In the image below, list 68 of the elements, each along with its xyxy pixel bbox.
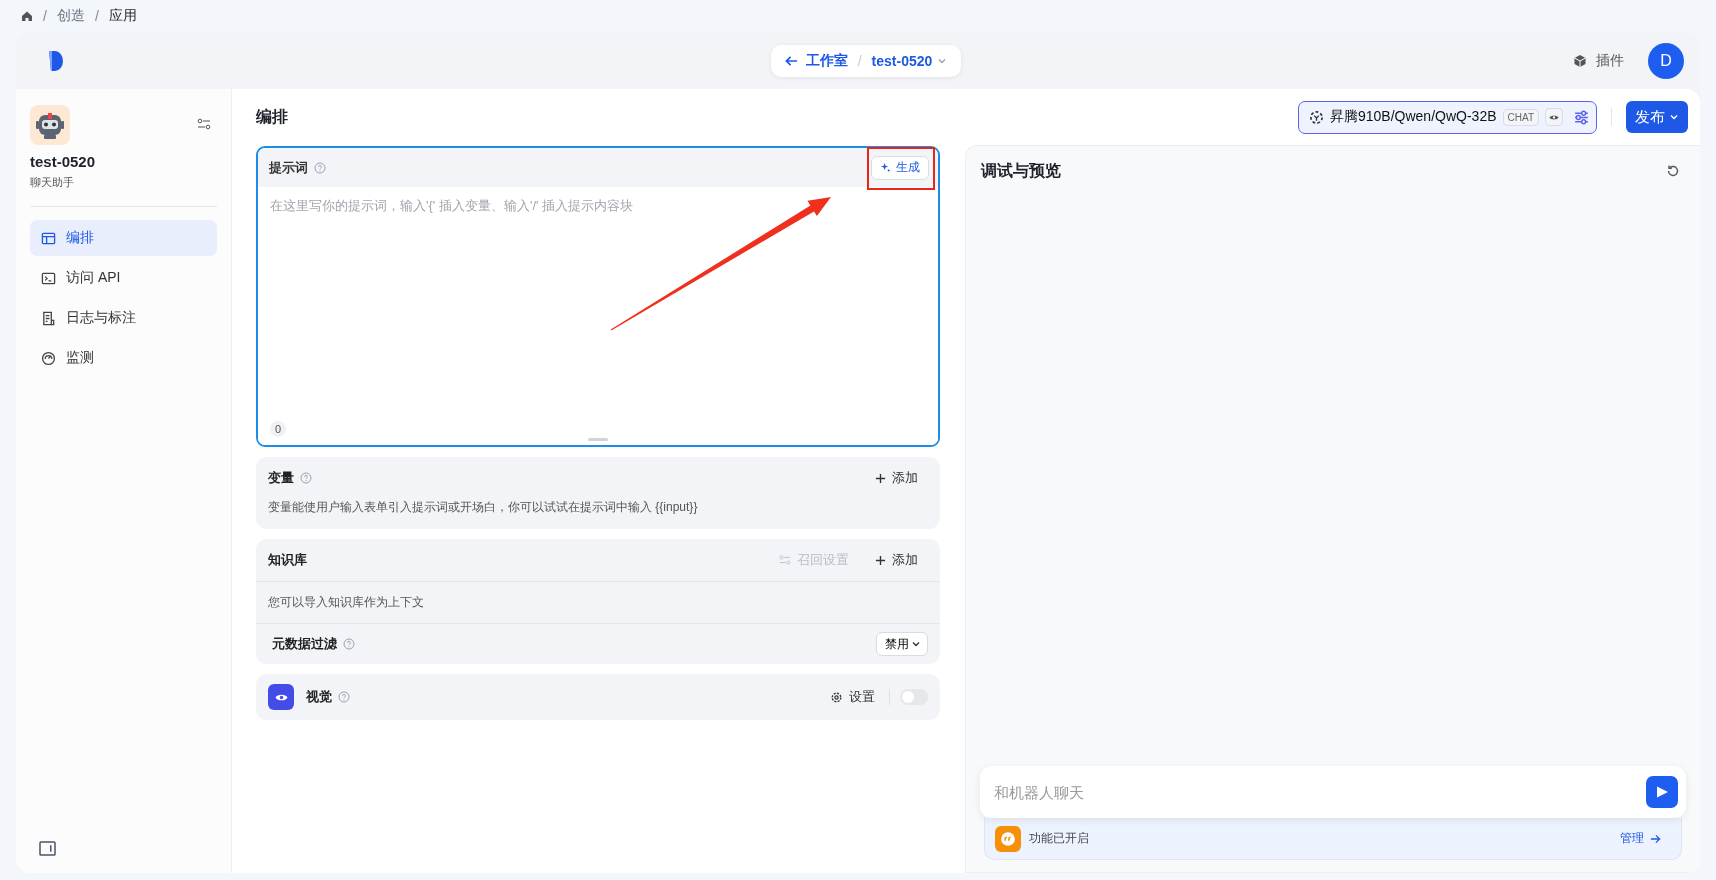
section-title: 提示词 <box>269 158 308 177</box>
app-name: test-0520 <box>30 153 97 170</box>
sidebar-item[interactable]: 访问 API <box>30 260 217 296</box>
app-type: 聊天助手 <box>30 175 75 190</box>
cube-icon <box>1573 54 1587 68</box>
terminal-icon <box>41 270 56 286</box>
arrow-right-icon <box>1650 833 1661 844</box>
panel-title: 调试与预览 <box>981 160 1061 181</box>
page-title: 编排 <box>256 106 289 127</box>
generate-button[interactable]: 生成 <box>871 155 929 180</box>
logo-icon[interactable] <box>48 50 64 72</box>
model-tag: CHAT <box>1502 108 1539 126</box>
manage-link[interactable]: 管理 <box>1614 829 1667 848</box>
highlight-box <box>867 147 935 190</box>
breadcrumb-separator: / <box>43 8 47 24</box>
sidebar-item[interactable]: 监测 <box>30 340 217 376</box>
chevron-down-icon <box>1669 112 1679 122</box>
plus-icon <box>875 472 886 484</box>
quote-badge-icon <box>995 825 1021 852</box>
resize-handle[interactable] <box>588 438 608 441</box>
window-icon <box>41 230 56 246</box>
filter-label: 元数据过滤 <box>272 635 337 653</box>
feature-status: 功能已开启 <box>1029 830 1089 847</box>
prompt-editor[interactable]: 提示词 生成 在这里写你的提示词，输入'{' 插入变量、输入'/' 插入提示内容块 0 <box>256 146 940 447</box>
sidebar-toggle-icon[interactable] <box>39 841 56 856</box>
sidebar-item[interactable]: 编排 <box>30 220 217 256</box>
sidebar-item[interactable]: 日志与标注 <box>30 300 217 336</box>
vision-toggle[interactable] <box>900 689 928 705</box>
sliders-icon[interactable] <box>1573 108 1590 126</box>
settings-sliders-icon[interactable] <box>197 117 211 131</box>
model-selector[interactable]: 昇腾910B/Qwen/QwQ-32B CHAT <box>1298 100 1597 134</box>
back-link[interactable]: 工作室 <box>784 52 848 70</box>
arrow-left-icon <box>784 55 798 67</box>
add-button[interactable]: 添加 <box>865 551 928 569</box>
model-name: 昇腾910B/Qwen/QwQ-32B <box>1330 108 1497 126</box>
filter-dropdown[interactable]: 禁用 <box>876 632 928 656</box>
section-title: 知识库 <box>268 551 307 569</box>
plus-icon <box>875 554 886 566</box>
section-title: 变量 <box>268 469 294 487</box>
eye-badge-icon <box>268 684 294 710</box>
model-icon <box>1309 109 1324 125</box>
robot-avatar-icon <box>30 105 70 145</box>
section-title: 视觉 <box>306 688 332 706</box>
publish-button[interactable]: 发布 <box>1626 101 1688 133</box>
eye-icon <box>1549 113 1559 121</box>
add-button[interactable]: 添加 <box>865 469 928 487</box>
send-icon <box>1655 785 1669 799</box>
document-icon <box>41 310 56 326</box>
breadcrumb-link[interactable]: 创造 <box>56 7 85 25</box>
sparkle-icon <box>880 162 891 173</box>
refresh-icon[interactable] <box>1666 164 1680 178</box>
plugins-button[interactable]: 插件 <box>1567 51 1630 71</box>
chevron-down-icon <box>937 56 948 66</box>
home-icon[interactable] <box>21 10 33 22</box>
section-description: 变量能使用户输入表单引入提示词或开场白，你可以试试在提示词中输入 {{input}} <box>267 499 699 516</box>
section-description: 您可以导入知识库作为上下文 <box>256 581 940 624</box>
chevron-down-icon <box>911 639 921 649</box>
pill-separator: / <box>857 53 862 69</box>
app-dropdown[interactable]: test-0520 <box>871 53 948 69</box>
gear-icon <box>830 690 843 704</box>
send-button[interactable] <box>1646 776 1678 808</box>
settings-button[interactable]: 设置 <box>820 688 885 706</box>
breadcrumb-link[interactable]: 应用 <box>108 7 137 25</box>
gauge-icon <box>41 350 56 366</box>
user-avatar[interactable]: D <box>1648 43 1684 79</box>
breadcrumb-separator: / <box>94 8 99 24</box>
chat-input-field[interactable]: 和机器人聊天 <box>980 766 1686 818</box>
settings-sliders-icon <box>779 554 791 566</box>
